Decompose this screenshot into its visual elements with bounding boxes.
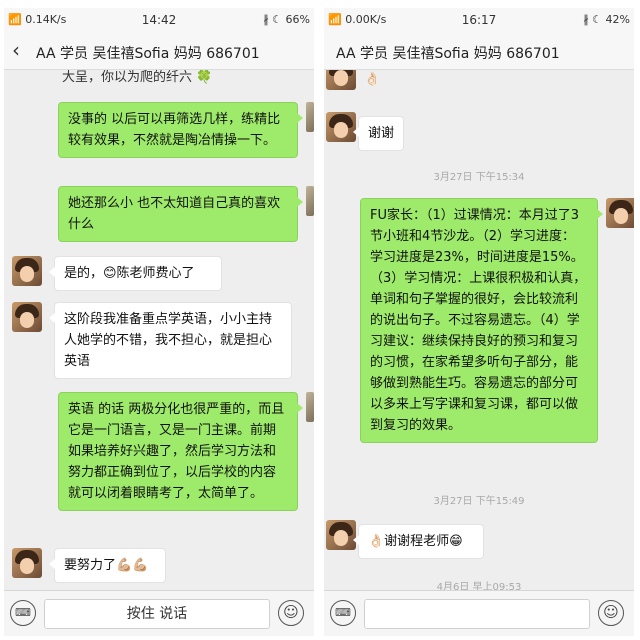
status-bar: 📶 0.14K/s 14:42 ∦ ☾ 66% bbox=[4, 8, 314, 32]
status-bar: 📶 0.00K/s 16:17 ∦ ☾ 42% bbox=[324, 8, 634, 32]
input-bar: ⌨ 按住 说话 ☺ bbox=[4, 590, 314, 636]
input-bar: ⌨ ☺ bbox=[324, 590, 634, 636]
chat-title: AA 学员 吴佳禧Sofia 妈妈 686701 bbox=[336, 46, 560, 62]
message-list[interactable]: 大呈，你以为爬的纤六 🍀 没事的 以后可以再筛选几样，练精比较有效果，不然就是陶… bbox=[4, 70, 314, 590]
status-icons: ∦ ☾ 66% bbox=[263, 13, 310, 26]
keyboard-icon[interactable]: ⌨ bbox=[10, 600, 36, 626]
message-bubble-sent: FU家长：（1）过课情况：本月过了3节小班和4节沙龙。（2）学习进度：学习进度是… bbox=[360, 198, 603, 443]
my-avatar[interactable] bbox=[606, 198, 634, 228]
screenshot-collage: 📶 0.14K/s 14:42 ∦ ☾ 66% ‹ AA 学员 吴佳禧Sofia… bbox=[0, 0, 640, 640]
message-bubble-received: 这阶段我准备重点学英语，小小主持人她学的不错，我不担心，就是担心英语 bbox=[49, 302, 292, 379]
keyboard-icon[interactable]: ⌨ bbox=[330, 600, 356, 626]
my-avatar bbox=[306, 186, 314, 216]
chat-header: ‹ AA 学员 吴佳禧Sofia 妈妈 686701 bbox=[4, 32, 314, 70]
hold-to-talk-button[interactable]: 按住 说话 bbox=[44, 599, 270, 629]
message-bubble-sent: 没事的 以后可以再筛选几样，练精比较有效果，不然就是陶冶情操一下。 bbox=[58, 102, 303, 158]
message-list[interactable]: 👌🏻 谢谢 3月27日 下午15:34 FU家长：（1）过课情况：本月过了3节小… bbox=[324, 70, 634, 590]
contact-avatar[interactable] bbox=[12, 302, 42, 332]
left-chat-screen: 📶 0.14K/s 14:42 ∦ ☾ 66% ‹ AA 学员 吴佳禧Sofia… bbox=[4, 8, 314, 636]
chat-title: AA 学员 吴佳禧Sofia 妈妈 686701 bbox=[36, 46, 260, 62]
chat-header: AA 学员 吴佳禧Sofia 妈妈 686701 bbox=[324, 32, 634, 70]
message-bubble-received: 👌🏻谢谢程老师😁 bbox=[353, 524, 484, 559]
timestamp: 3月27日 下午15:34 bbox=[433, 172, 525, 183]
status-icons: ∦ ☾ 42% bbox=[583, 13, 630, 26]
message-bubble-sent: 她还那么小 也不太知道自己真的喜欢什么 bbox=[58, 186, 303, 242]
emoji-icon[interactable]: ☺ bbox=[598, 600, 624, 626]
emoji-icon[interactable]: ☺ bbox=[278, 600, 304, 626]
contact-avatar[interactable] bbox=[12, 256, 42, 286]
message-bubble-received: 谢谢 bbox=[353, 116, 404, 151]
message-input[interactable] bbox=[364, 599, 590, 629]
contact-avatar[interactable] bbox=[326, 70, 356, 90]
partial-message: 大呈，你以为爬的纤六 🍀 bbox=[62, 70, 213, 85]
timestamp: 3月27日 下午15:49 bbox=[433, 496, 525, 507]
contact-avatar[interactable] bbox=[326, 112, 356, 142]
contact-avatar[interactable] bbox=[12, 548, 42, 578]
my-avatar bbox=[306, 102, 314, 132]
message-bubble-received: 是的，😊陈老师费心了 bbox=[49, 256, 222, 291]
partial-message: 👌🏻 bbox=[364, 72, 381, 87]
message-bubble-received: 要努力了💪🏼💪🏼 bbox=[49, 548, 166, 583]
back-arrow-icon[interactable]: ‹ bbox=[12, 40, 20, 60]
timestamp: 4月6日 早上09:53 bbox=[436, 582, 522, 590]
my-avatar bbox=[306, 392, 314, 422]
right-chat-screen: 📶 0.00K/s 16:17 ∦ ☾ 42% AA 学员 吴佳禧Sofia 妈… bbox=[324, 8, 634, 636]
contact-avatar[interactable] bbox=[326, 520, 356, 550]
message-bubble-sent: 英语 的话 两极分化也很严重的，而且它是一门语言，又是一门主课。前期如果培养好兴… bbox=[58, 392, 303, 511]
